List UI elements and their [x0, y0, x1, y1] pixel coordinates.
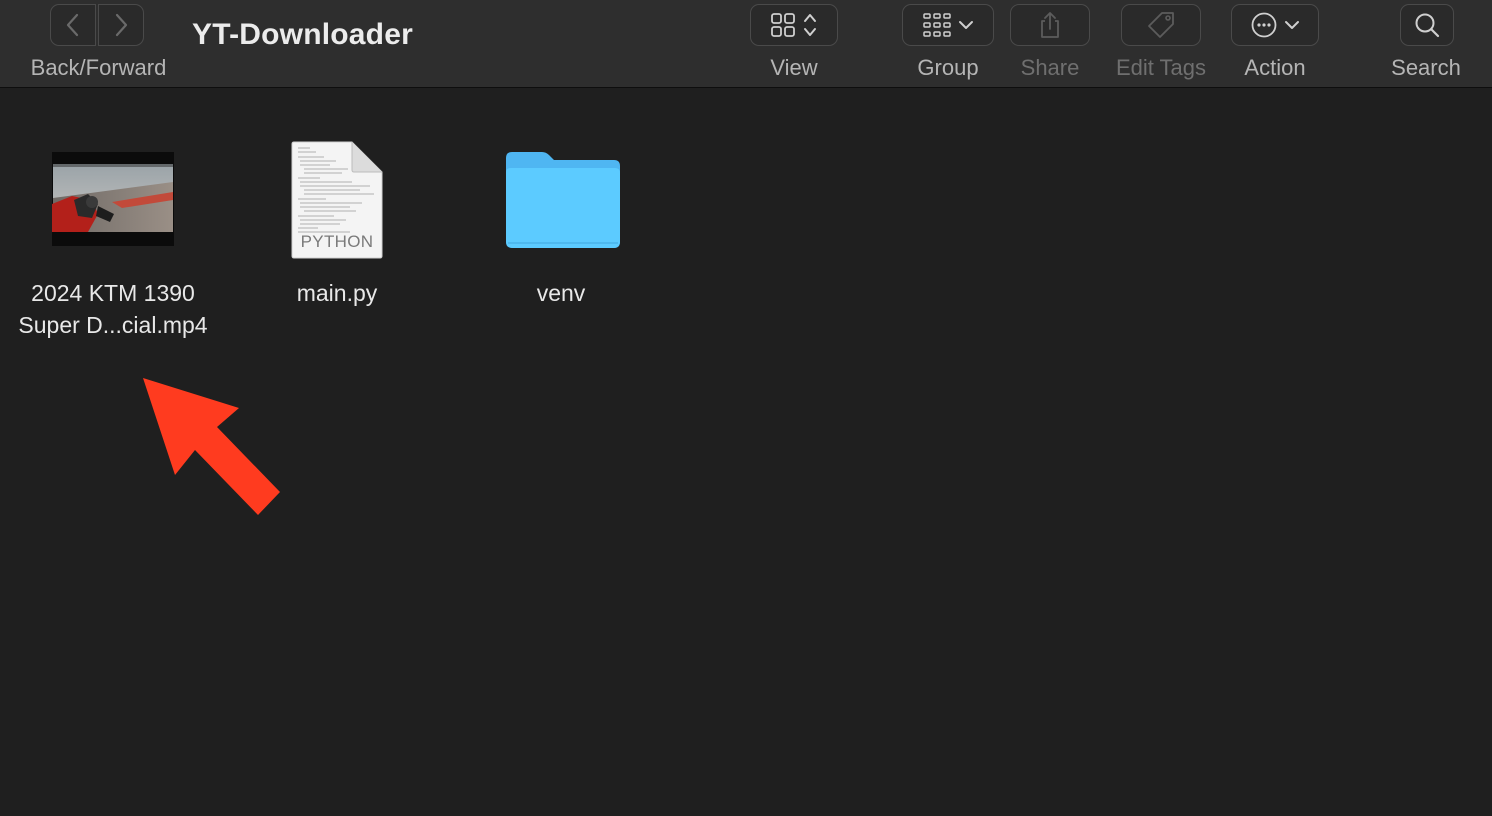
folder-name-venv: venv — [536, 280, 586, 306]
folder-item-venv[interactable]: venv — [492, 140, 630, 310]
folder-icon — [506, 152, 620, 248]
file-item-video[interactable]: 2024 KTM 1390 Super D...cial.mp4 — [0, 140, 226, 350]
share-button[interactable] — [1010, 4, 1090, 46]
file-name-line1: 2024 KTM 1390 — [31, 280, 195, 306]
edit-tags-label: Edit Tags — [1115, 55, 1207, 80]
file-item-python[interactable]: PYTHON main.py — [270, 140, 404, 310]
search-button[interactable] — [1400, 4, 1454, 46]
python-badge: PYTHON — [300, 232, 374, 251]
chevron-left-icon — [66, 13, 79, 37]
search-icon — [1415, 13, 1440, 38]
file-name-main-py: main.py — [296, 280, 378, 306]
action-label: Action — [1244, 55, 1306, 80]
ellipsis-circle-icon — [1251, 12, 1277, 38]
group-label: Group — [917, 55, 979, 80]
back-button[interactable] — [50, 4, 96, 46]
share-label: Share — [1020, 55, 1080, 80]
action-button[interactable] — [1231, 4, 1319, 46]
share-icon — [1041, 12, 1059, 38]
toolbar: Back/Forward YT-Downloader View Group Sh… — [0, 0, 1492, 88]
view-button[interactable] — [750, 4, 838, 46]
video-thumbnail — [52, 152, 174, 246]
chevron-down-icon — [959, 21, 973, 29]
edit-tags-button[interactable] — [1121, 4, 1201, 46]
icon-grid-icon — [771, 13, 795, 37]
chevron-right-icon — [115, 13, 128, 37]
finder-window: Back/Forward YT-Downloader View Group Sh… — [0, 0, 1492, 816]
annotation-arrow — [143, 378, 280, 515]
chevron-up-down-icon — [804, 14, 816, 36]
forward-button[interactable] — [98, 4, 144, 46]
group-button[interactable] — [902, 4, 994, 46]
file-name-line2: Super D...cial.mp4 — [18, 312, 208, 338]
window-title: YT-Downloader — [192, 18, 413, 51]
tag-icon — [1148, 12, 1174, 38]
view-label: View — [770, 55, 818, 80]
search-label: Search — [1391, 55, 1461, 80]
group-grid-icon — [923, 13, 951, 37]
chevron-down-icon — [1285, 21, 1299, 29]
back-forward-label: Back/Forward — [30, 55, 167, 80]
